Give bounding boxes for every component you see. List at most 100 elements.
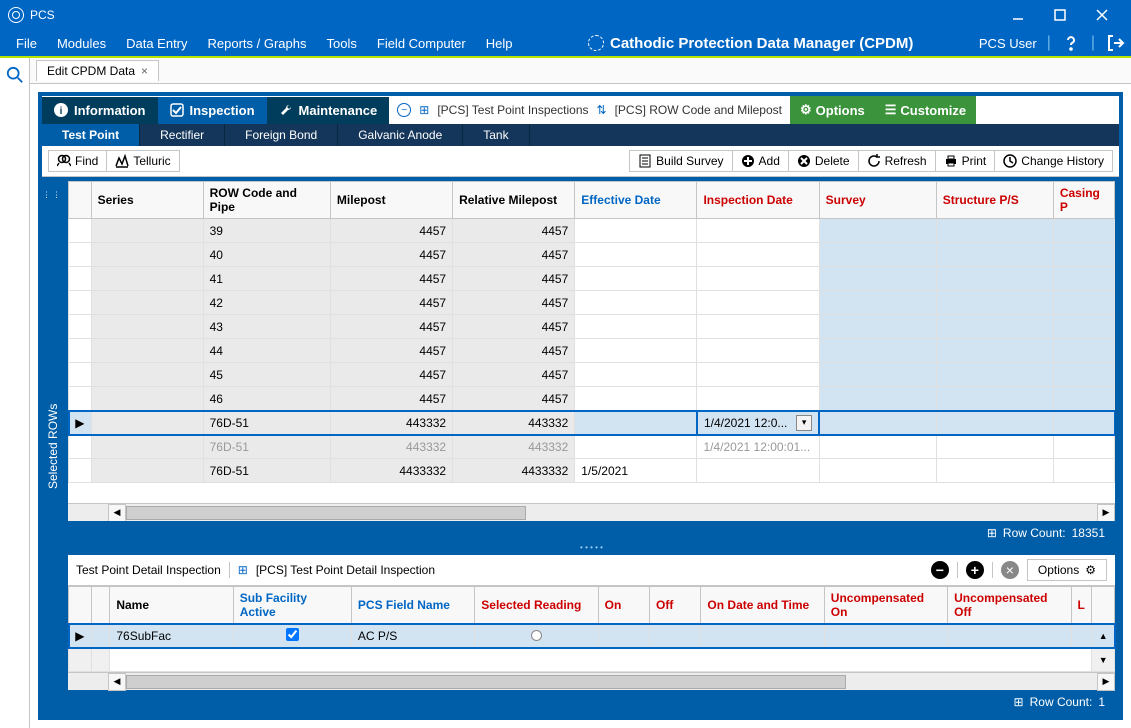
- cell-milepost[interactable]: 443332: [330, 411, 452, 435]
- cell-structps[interactable]: [936, 435, 1053, 459]
- detail-cell-on[interactable]: [598, 624, 649, 648]
- cell-relmilepost[interactable]: 4457: [453, 243, 575, 267]
- cell-relmilepost[interactable]: 4457: [453, 339, 575, 363]
- main-grid[interactable]: Series ROW Code and Pipe Milepost Relati…: [68, 181, 1115, 483]
- menu-field-computer[interactable]: Field Computer: [367, 32, 476, 55]
- cell-casingp[interactable]: [1053, 219, 1114, 243]
- cell-relmilepost[interactable]: 4457: [453, 363, 575, 387]
- cell-rowcode[interactable]: 46: [203, 387, 330, 411]
- detail-col-subfac[interactable]: Sub Facility Active: [233, 587, 351, 624]
- sub-tab-tank[interactable]: Tank: [463, 124, 529, 146]
- cell-series[interactable]: [91, 363, 203, 387]
- row-indicator-icon[interactable]: [69, 315, 92, 339]
- selected-rows-sidebar[interactable]: Selected ROWs ⋮⋮: [42, 177, 64, 716]
- detail-cell-selreading[interactable]: [475, 624, 598, 648]
- cell-casingp[interactable]: [1053, 387, 1114, 411]
- cell-effdate[interactable]: [575, 291, 697, 315]
- cell-survey[interactable]: [819, 411, 936, 435]
- cell-inspdate[interactable]: [697, 291, 819, 315]
- table-row[interactable]: 4644574457: [69, 387, 1115, 411]
- row-indicator-icon[interactable]: ▶: [69, 624, 92, 648]
- tab-edit-cpdm[interactable]: Edit CPDM Data ×: [36, 60, 159, 81]
- cell-inspdate[interactable]: [697, 459, 819, 483]
- close-tab-icon[interactable]: ×: [141, 64, 148, 78]
- cell-survey[interactable]: [819, 387, 936, 411]
- menu-data-entry[interactable]: Data Entry: [116, 32, 197, 55]
- detail-col-l[interactable]: L: [1071, 587, 1092, 624]
- detail-col-name[interactable]: Name: [110, 587, 233, 624]
- cell-series[interactable]: [91, 339, 203, 363]
- scroll-right-icon[interactable]: ▶: [1097, 504, 1115, 522]
- cell-inspdate[interactable]: [697, 363, 819, 387]
- scroll-thumb[interactable]: [126, 675, 846, 689]
- cell-series[interactable]: [91, 243, 203, 267]
- table-row[interactable]: 76D-514433324433321/4/2021 12:00:01...: [69, 435, 1115, 459]
- row-indicator-icon[interactable]: [69, 435, 92, 459]
- table-row[interactable]: 4344574457: [69, 315, 1115, 339]
- customize-button[interactable]: ☰ Customize: [875, 96, 976, 124]
- help-button[interactable]: [1061, 33, 1081, 53]
- detail-col-on[interactable]: On: [598, 587, 649, 624]
- cell-casingp[interactable]: [1053, 243, 1114, 267]
- cell-casingp[interactable]: [1053, 435, 1114, 459]
- cell-rowcode[interactable]: 45: [203, 363, 330, 387]
- row-indicator-icon[interactable]: [69, 267, 92, 291]
- table-row[interactable]: 4244574457: [69, 291, 1115, 315]
- cell-structps[interactable]: [936, 267, 1053, 291]
- detail-context-link[interactable]: [PCS] Test Point Detail Inspection: [256, 563, 435, 577]
- cell-rowcode[interactable]: 76D-51: [203, 411, 330, 435]
- menu-modules[interactable]: Modules: [47, 32, 116, 55]
- cell-relmilepost[interactable]: 4457: [453, 267, 575, 291]
- cell-casingp[interactable]: [1053, 363, 1114, 387]
- cell-rowcode[interactable]: 40: [203, 243, 330, 267]
- radio-icon[interactable]: [531, 630, 542, 641]
- build-survey-button[interactable]: Build Survey: [630, 151, 732, 171]
- table-row[interactable]: ▶76D-514433324433321/4/2021 12:0...▾: [69, 411, 1115, 435]
- cell-survey[interactable]: [819, 267, 936, 291]
- detail-close-button[interactable]: ×: [1001, 561, 1019, 579]
- detail-cell-ondate[interactable]: [701, 624, 824, 648]
- cell-rowcode[interactable]: 44: [203, 339, 330, 363]
- menu-file[interactable]: File: [6, 32, 47, 55]
- cell-relmilepost[interactable]: 443332: [453, 435, 575, 459]
- vscroll-down-icon[interactable]: ▼: [1092, 648, 1115, 672]
- sub-tab-rectifier[interactable]: Rectifier: [140, 124, 225, 146]
- cell-structps[interactable]: [936, 459, 1053, 483]
- cell-effdate[interactable]: [575, 219, 697, 243]
- cell-series[interactable]: [91, 435, 203, 459]
- detail-col-off[interactable]: Off: [650, 587, 701, 624]
- detail-col-ondate[interactable]: On Date and Time: [701, 587, 824, 624]
- cell-milepost[interactable]: 443332: [330, 435, 452, 459]
- cell-inspdate[interactable]: 1/4/2021 12:0...▾: [697, 411, 819, 435]
- row-indicator-icon[interactable]: [69, 219, 92, 243]
- detail-options-button[interactable]: Options ⚙: [1027, 559, 1107, 581]
- sub-tab-foreign-bond[interactable]: Foreign Bond: [225, 124, 338, 146]
- cell-survey[interactable]: [819, 243, 936, 267]
- column-header-survey[interactable]: Survey: [819, 182, 936, 219]
- sub-tab-galvanic-anode[interactable]: Galvanic Anode: [338, 124, 463, 146]
- detail-remove-button[interactable]: −: [931, 561, 949, 579]
- table-row[interactable]: 4044574457: [69, 243, 1115, 267]
- cell-milepost[interactable]: 4433332: [330, 459, 452, 483]
- row-indicator-icon[interactable]: [69, 339, 92, 363]
- cell-rowcode[interactable]: 42: [203, 291, 330, 315]
- collapse-icon[interactable]: −: [397, 103, 411, 117]
- detail-cell-subfac[interactable]: [233, 624, 351, 648]
- row-indicator-icon[interactable]: [69, 291, 92, 315]
- context-link-milepost[interactable]: [PCS] ROW Code and Milepost: [615, 103, 782, 117]
- column-header-effdate[interactable]: Effective Date: [575, 182, 697, 219]
- cell-casingp[interactable]: [1053, 459, 1114, 483]
- scroll-left-icon[interactable]: ◀: [108, 504, 126, 522]
- detail-cell-uncompoff[interactable]: [948, 624, 1071, 648]
- cell-survey[interactable]: [819, 219, 936, 243]
- menu-help[interactable]: Help: [476, 32, 523, 55]
- detail-col-pcsfield[interactable]: PCS Field Name: [351, 587, 474, 624]
- sub-tab-test-point[interactable]: Test Point: [42, 124, 140, 146]
- cell-survey[interactable]: [819, 363, 936, 387]
- column-header-rowcode[interactable]: ROW Code and Pipe: [203, 182, 330, 219]
- menu-reports[interactable]: Reports / Graphs: [198, 32, 317, 55]
- mode-tab-inspection[interactable]: Inspection: [158, 97, 267, 124]
- cell-survey[interactable]: [819, 459, 936, 483]
- scroll-right-icon[interactable]: ▶: [1097, 673, 1115, 691]
- cell-series[interactable]: [91, 387, 203, 411]
